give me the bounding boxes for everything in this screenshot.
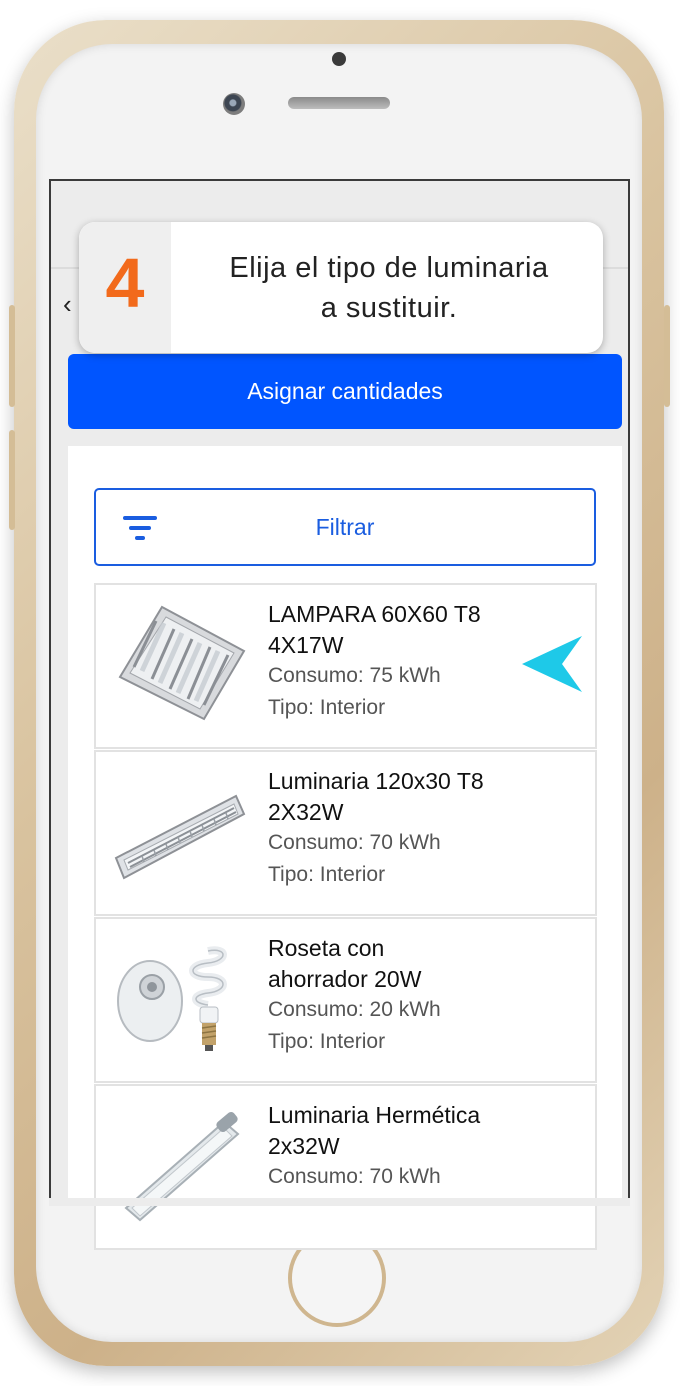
- hermetic-lamp-image: [124, 1111, 240, 1222]
- side-button: [9, 430, 15, 530]
- item-title: Roseta con ahorrador 20W: [268, 935, 422, 992]
- front-camera: [223, 93, 245, 115]
- linear-lamp-image: [114, 794, 246, 880]
- square-lamp-image: [118, 605, 246, 721]
- item-consumption: Consumo: 70 kWh: [268, 831, 441, 854]
- screen-bottom-edge: [49, 1198, 630, 1206]
- filter-label: Filtrar: [315, 513, 375, 540]
- item-title: Luminaria Hermética 2x32W: [268, 1102, 481, 1159]
- bulb-socket-image: [117, 946, 227, 1051]
- step-instruction-text: Elija el tipo de luminaria a sustituir.: [229, 252, 549, 324]
- list-item[interactable]: Roseta con ahorrador 20W Consumo: 20 kWh…: [94, 917, 597, 1083]
- assign-quantities-label: Asignar cantidades: [247, 378, 443, 404]
- item-type: Tipo: Interior: [268, 696, 386, 719]
- step-number: 4: [105, 244, 145, 322]
- item-consumption: Consumo: 70 kWh: [268, 1165, 441, 1188]
- side-button: [9, 305, 15, 407]
- list-item[interactable]: Luminaria Hermética 2x32W Consumo: 70 kW…: [94, 1084, 597, 1250]
- list-item[interactable]: Luminaria 120x30 T8 2X32W Consumo: 70 kW…: [94, 750, 597, 916]
- item-type: Tipo: Interior: [268, 863, 386, 886]
- side-button: [664, 305, 670, 407]
- step-instruction-card: 4 Elija el tipo de luminaria a sustituir…: [79, 222, 603, 353]
- item-title: Luminaria 120x30 T8 2X32W: [268, 768, 484, 825]
- step-number-box: 4: [79, 222, 171, 353]
- filter-button[interactable]: Filtrar: [94, 488, 596, 566]
- assign-quantities-button[interactable]: Asignar cantidades: [68, 354, 622, 429]
- proximity-sensor: [332, 52, 346, 66]
- filter-icon: [120, 516, 158, 542]
- item-consumption: Consumo: 20 kWh: [268, 998, 441, 1021]
- item-type: Tipo: Interior: [268, 1030, 386, 1053]
- back-arrow-icon[interactable]: ‹: [63, 291, 72, 317]
- earpiece-speaker: [288, 97, 390, 109]
- pointer-arrow-icon: [522, 636, 582, 692]
